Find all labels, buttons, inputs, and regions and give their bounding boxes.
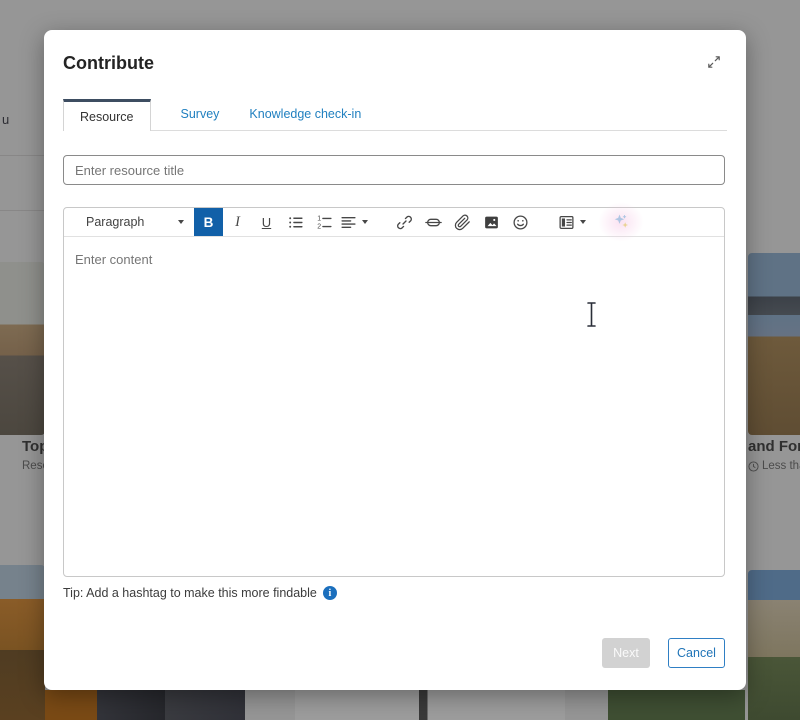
next-button[interactable]: Next xyxy=(602,638,650,668)
cancel-button[interactable]: Cancel xyxy=(668,638,725,668)
link-icon xyxy=(396,214,413,231)
paperclip-icon xyxy=(454,214,471,231)
tab-survey[interactable]: Survey xyxy=(181,107,220,121)
numbered-list-icon: 1 2 xyxy=(316,214,333,231)
background-card-title: and For xyxy=(748,438,800,455)
sparkles-icon xyxy=(611,212,631,232)
tab-resource-label: Resource xyxy=(80,110,134,124)
background-card-image-bridge-deck xyxy=(295,690,565,720)
editor-content-area[interactable]: Enter content xyxy=(64,237,724,577)
text-cursor xyxy=(585,301,598,328)
editor-placeholder: Enter content xyxy=(75,252,152,267)
tab-knowledge-check-in[interactable]: Knowledge check-in xyxy=(249,107,361,121)
chevron-down-icon xyxy=(178,220,184,224)
background-divider xyxy=(0,155,44,156)
tab-resource[interactable]: Resource xyxy=(63,99,151,131)
numbered-list-button[interactable]: 1 2 xyxy=(310,208,339,236)
italic-button[interactable]: I xyxy=(223,208,252,236)
background-card-image-stone-bridge xyxy=(748,570,800,720)
paragraph-style-label: Paragraph xyxy=(86,215,144,229)
expand-icon xyxy=(706,54,722,70)
background-card-image-waterfront xyxy=(0,262,45,435)
editor-toolbar: Paragraph B I U 1 2 xyxy=(64,208,724,237)
ai-assist-button[interactable] xyxy=(606,208,635,236)
chevron-down-icon xyxy=(362,220,368,224)
background-card-meta-text: Less than xyxy=(762,460,800,472)
insert-link-button[interactable] xyxy=(390,208,419,236)
paragraph-style-dropdown[interactable]: Paragraph xyxy=(74,208,192,236)
bold-button[interactable]: B xyxy=(194,208,223,236)
chevron-down-icon xyxy=(580,220,586,224)
dialog-title: Contribute xyxy=(63,53,154,74)
contribute-dialog: Contribute Resource Survey Knowledge che… xyxy=(44,30,746,690)
background-card-meta: Less than xyxy=(748,460,800,472)
background-card-image-arch-bridge xyxy=(748,253,800,435)
divider-icon xyxy=(425,214,442,231)
insert-emoji-button[interactable] xyxy=(506,208,535,236)
background-card-image-ferry xyxy=(0,565,45,720)
expand-dialog-button[interactable] xyxy=(704,52,724,72)
align-left-icon xyxy=(340,214,357,231)
background-card-image-forest xyxy=(608,690,745,720)
rich-text-editor: Paragraph B I U 1 2 xyxy=(63,207,725,577)
insert-image-button[interactable] xyxy=(477,208,506,236)
resource-title-input[interactable] xyxy=(63,155,725,185)
bullet-list-button[interactable] xyxy=(281,208,310,236)
image-icon xyxy=(483,214,500,231)
hashtag-tip: Tip: Add a hashtag to make this more fin… xyxy=(63,586,337,600)
background-nav-text-fragment: u xyxy=(2,112,9,127)
hashtag-tip-text: Tip: Add a hashtag to make this more fin… xyxy=(63,586,317,600)
svg-text:1: 1 xyxy=(317,215,321,222)
dialog-tab-bar: Resource Survey Knowledge check-in xyxy=(63,100,727,131)
info-icon[interactable]: i xyxy=(323,586,337,600)
background-divider xyxy=(0,210,44,211)
format-template-dropdown[interactable] xyxy=(557,208,586,236)
layout-icon xyxy=(558,214,575,231)
insert-divider-button[interactable] xyxy=(419,208,448,236)
text-align-dropdown[interactable] xyxy=(339,208,368,236)
underline-button[interactable]: U xyxy=(252,208,281,236)
clock-icon xyxy=(748,461,759,472)
svg-text:2: 2 xyxy=(317,223,321,230)
emoji-icon xyxy=(512,214,529,231)
bullet-list-icon xyxy=(287,214,304,231)
attach-file-button[interactable] xyxy=(448,208,477,236)
background-card-image-traffic xyxy=(45,690,245,720)
page-background: u Top Reso and For Less than Contribute … xyxy=(0,0,800,720)
